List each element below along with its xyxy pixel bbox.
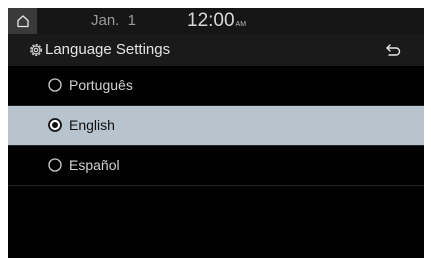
clock: 12:00AM [187,10,246,32]
date-display: Jan. 1 [91,12,137,29]
language-option-english[interactable]: English [8,106,424,146]
screen: Jan. 1 12:00AM Language Settings Portugu… [8,8,424,258]
language-label: Español [69,157,120,173]
page-title: Language Settings [45,41,171,58]
gear-icon [30,44,42,56]
language-option-portugues[interactable]: Português [8,66,424,106]
title-bar: Language Settings [8,34,424,66]
language-list: Português English Español [8,66,424,186]
time-display: 12:00 [187,10,235,31]
language-label: English [69,117,115,133]
language-option-espanol[interactable]: Español [8,146,424,186]
home-icon [16,15,29,28]
back-icon[interactable] [384,41,402,59]
status-bar: Jan. 1 12:00AM [8,8,424,34]
radio-unselected-icon [48,78,62,92]
home-button[interactable] [8,8,37,34]
radio-selected-icon [48,118,62,132]
ampm-indicator: AM [235,21,247,28]
radio-unselected-icon [48,158,62,172]
language-label: Português [69,77,133,93]
